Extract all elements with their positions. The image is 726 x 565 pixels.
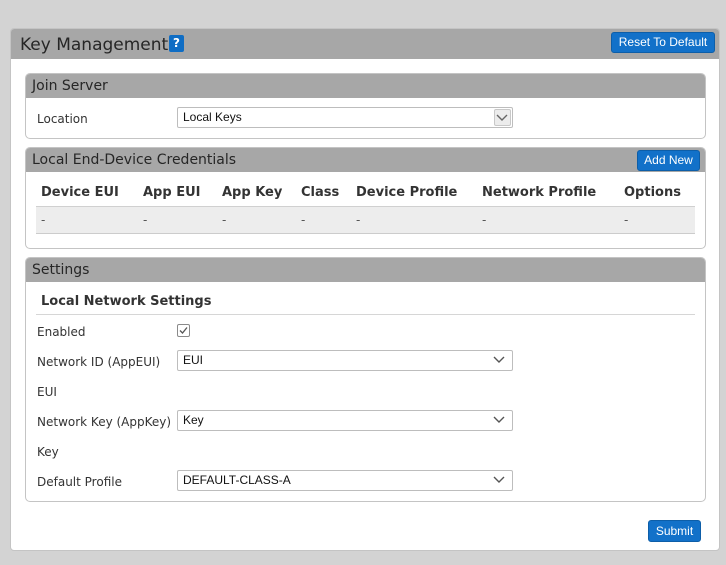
credentials-section: Local End-Device Credentials Add New Dev… [25,147,706,249]
network-key-label: Network Key (AppKey) [37,415,172,429]
section-title: Local End-Device Credentials [32,152,237,168]
chevron-down-icon [493,476,505,483]
checkmark-icon [179,327,188,334]
location-select[interactable]: Local Keys [177,107,513,128]
table-row: - - - - - - - [36,206,695,234]
column-header: Device EUI [36,180,138,207]
local-network-settings-title: Local Network Settings [41,294,212,309]
table-cell: - [217,206,296,234]
column-header: Device Profile [351,180,477,207]
network-id-select[interactable]: EUI [177,350,513,371]
column-header: Options [619,180,695,207]
key-management-panel: Key Management ? Reset To Default Join S… [10,28,720,551]
column-header: App Key [217,180,296,207]
table-cell: - [619,206,695,234]
page-title: Key Management [20,35,169,55]
dropdown-button[interactable] [494,109,511,126]
default-profile-select[interactable]: DEFAULT-CLASS-A [177,470,513,491]
section-header: Settings [26,258,705,282]
default-profile-value: DEFAULT-CLASS-A [183,473,291,487]
table-cell: - [138,206,217,234]
submit-button[interactable]: Submit [648,520,701,542]
section-header: Join Server [26,74,705,98]
chevron-down-icon [493,356,505,363]
location-label: Location [37,112,88,126]
network-id-value: EUI [183,353,204,367]
column-header: App EUI [138,180,217,207]
default-profile-label: Default Profile [37,475,122,489]
reset-to-default-button[interactable]: Reset To Default [611,32,715,53]
table-cell: - [36,206,138,234]
enabled-label: Enabled [37,325,86,339]
table-cell: - [477,206,619,234]
table-cell: - [296,206,351,234]
chevron-down-icon [493,416,505,423]
column-header: Class [296,180,351,207]
network-key-select[interactable]: Key [177,410,513,431]
section-title: Join Server [32,78,108,94]
table-cell: - [351,206,477,234]
location-value: Local Keys [183,110,242,124]
section-header: Local End-Device Credentials [26,148,705,172]
network-id-hint: EUI [37,385,57,399]
divider [36,314,695,315]
panel-header: Key Management ? Reset To Default [11,29,719,59]
column-header: Network Profile [477,180,619,207]
table-header-row: Device EUI App EUI App Key Class Device … [36,180,695,207]
network-id-label: Network ID (AppEUI) [37,355,161,369]
network-key-hint: Key [37,445,59,459]
section-title: Settings [32,262,90,278]
credentials-table: Device EUI App EUI App Key Class Device … [36,180,695,234]
enabled-checkbox[interactable] [177,324,190,337]
join-server-section: Join Server Location Local Keys [25,73,706,139]
settings-section: Settings Local Network Settings Enabled … [25,257,706,502]
help-icon[interactable]: ? [169,35,184,52]
add-new-button[interactable]: Add New [637,150,700,171]
network-key-value: Key [183,413,204,427]
chevron-down-icon [496,114,508,121]
